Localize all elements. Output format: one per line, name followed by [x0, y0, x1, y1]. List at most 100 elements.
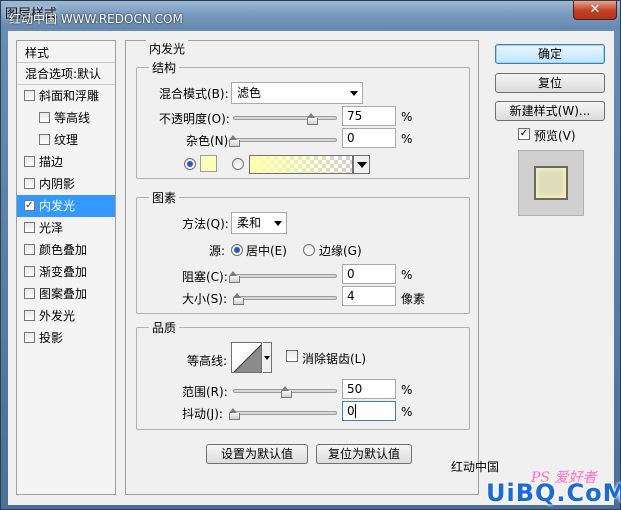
style-item[interactable]: 等高线 — [17, 107, 115, 129]
blend-mode-value: 滤色 — [237, 86, 262, 100]
opacity-label: 不透明度(O): — [159, 112, 230, 126]
preview-label[interactable]: 预览(V) — [534, 127, 576, 144]
size-value: 4 — [347, 289, 355, 303]
contour-label: 等高线: — [187, 354, 228, 368]
style-checkbox[interactable] — [24, 266, 35, 277]
reset-default-button[interactable]: 复位为默认值 — [316, 444, 412, 464]
panel-title: 内发光 — [146, 40, 189, 57]
style-item[interactable]: 纹理 — [17, 129, 115, 151]
ok-button[interactable]: 确定 — [495, 44, 605, 64]
antialias-label[interactable]: 消除锯齿(L) — [302, 350, 366, 367]
style-checkbox[interactable] — [24, 332, 35, 343]
style-item[interactable]: 图案叠加 — [17, 283, 115, 305]
size-slider[interactable] — [233, 293, 337, 305]
glow-color-swatch[interactable] — [200, 155, 217, 172]
slider-thumb[interactable] — [229, 271, 240, 283]
style-item-label: 外发光 — [39, 309, 76, 323]
choke-label: 阻塞(C): — [182, 270, 228, 284]
style-item[interactable]: 投影 — [17, 327, 115, 349]
technique-select[interactable]: 柔和 — [231, 212, 287, 234]
style-checkbox[interactable] — [24, 288, 35, 299]
antialias-checkbox[interactable] — [286, 350, 298, 362]
size-label: 大小(S): — [182, 292, 228, 306]
style-item[interactable]: 光泽 — [17, 217, 115, 239]
title-bar[interactable]: 图层样式 红动中国 WWW.REDOCN.COM ✕ — [1, 1, 620, 29]
inner-glow-panel: 内发光 结构 混合模式(B): 滤色 不透明度(O): 75 % 杂色(N): … — [125, 40, 479, 495]
style-checkbox[interactable] — [24, 178, 35, 189]
source-edge-label[interactable]: 边缘(G) — [319, 242, 362, 259]
style-item[interactable]: 描边 — [17, 151, 115, 173]
opacity-input[interactable]: 75 — [342, 106, 396, 126]
contour-picker[interactable] — [231, 342, 262, 373]
source-edge-radio[interactable] — [303, 244, 315, 256]
slider-thumb[interactable] — [229, 408, 240, 420]
noise-input[interactable]: 0 — [342, 128, 396, 148]
style-item-label: 渐变叠加 — [39, 265, 88, 279]
size-unit: 像素 — [401, 292, 426, 306]
style-item[interactable]: ✓ 内发光 — [17, 195, 115, 217]
checkmark-icon: ✓ — [519, 128, 529, 139]
slider-thumb[interactable] — [233, 293, 245, 305]
range-label: 范围(R): — [182, 385, 228, 399]
slider-thumb[interactable] — [281, 386, 292, 398]
noise-value: 0 — [347, 131, 355, 145]
make-default-button[interactable]: 设置为默认值 — [206, 444, 308, 464]
elements-title: 图素 — [149, 189, 180, 206]
gradient-picker[interactable] — [249, 155, 353, 174]
noise-slider[interactable] — [229, 135, 337, 147]
style-item[interactable]: 外发光 — [17, 305, 115, 327]
noise-label: 杂色(N): — [186, 134, 233, 148]
blend-mode-select[interactable]: 滤色 — [231, 82, 363, 104]
style-list-header[interactable]: 样式 — [17, 41, 115, 63]
text-caret — [354, 404, 356, 418]
style-list: 样式 混合选项:默认 斜面和浮雕 等高线纹理描边内阴影 ✓ 内发光 光泽 颜色叠加渐变叠加… — [16, 40, 116, 495]
close-button[interactable]: ✕ — [573, 1, 617, 20]
style-checkbox[interactable] — [39, 112, 50, 123]
style-item-label: 描边 — [39, 155, 64, 169]
style-checkbox[interactable] — [24, 156, 35, 167]
style-checkbox[interactable] — [24, 90, 35, 101]
style-checkbox[interactable] — [24, 244, 35, 255]
chevron-down-icon — [350, 91, 358, 96]
quality-group: 品质 等高线: 消除锯齿(L) 范围(R): 50 % 抖动(J): 0 % — [136, 319, 470, 430]
opacity-slider[interactable] — [233, 113, 337, 125]
style-checkbox[interactable] — [39, 134, 50, 145]
style-item-label: 图案叠加 — [39, 287, 88, 301]
source-center-label[interactable]: 居中(E) — [246, 242, 287, 259]
elements-group: 图素 方法(Q): 柔和 源: 居中(E) 边缘(G) 阻塞(C): 0 % 大… — [136, 189, 470, 314]
style-item[interactable]: 渐变叠加 — [17, 261, 115, 283]
style-item[interactable]: 斜面和浮雕 — [17, 85, 115, 107]
style-checkbox[interactable]: ✓ — [24, 200, 35, 211]
preview-checkbox[interactable]: ✓ — [518, 128, 530, 140]
style-checkbox[interactable] — [24, 310, 35, 321]
jitter-slider[interactable] — [229, 408, 337, 420]
choke-input[interactable]: 0 — [342, 264, 396, 284]
style-item[interactable]: 颜色叠加 — [17, 239, 115, 261]
style-item-label: 内阴影 — [39, 177, 76, 191]
watermark-top: 红动中国 WWW.REDOCN.COM — [9, 12, 183, 26]
contour-dropdown[interactable] — [263, 342, 272, 373]
style-item-label: 纹理 — [54, 133, 79, 147]
jitter-input[interactable]: 0 — [342, 401, 396, 421]
choke-slider[interactable] — [229, 271, 337, 283]
size-input[interactable]: 4 — [342, 286, 396, 306]
source-center-radio[interactable] — [231, 244, 243, 256]
gradient-radio[interactable] — [232, 158, 244, 170]
gradient-dropdown[interactable] — [353, 155, 370, 174]
blend-options-item[interactable]: 混合选项:默认 — [17, 63, 115, 85]
range-value: 50 — [347, 382, 363, 396]
new-style-button[interactable]: 新建样式(W)... — [495, 101, 605, 121]
slider-track — [233, 411, 337, 415]
structure-title: 结构 — [149, 59, 180, 76]
range-input[interactable]: 50 — [342, 379, 396, 399]
range-slider[interactable] — [233, 386, 337, 398]
slider-track — [233, 138, 337, 142]
style-item[interactable]: 内阴影 — [17, 173, 115, 195]
quality-title: 品质 — [149, 319, 180, 336]
slider-thumb[interactable] — [307, 113, 318, 125]
style-checkbox[interactable] — [24, 222, 35, 233]
slider-track — [233, 116, 337, 120]
solid-color-radio[interactable] — [184, 158, 196, 170]
slider-thumb[interactable] — [229, 135, 240, 147]
reset-button[interactable]: 复位 — [495, 73, 605, 93]
